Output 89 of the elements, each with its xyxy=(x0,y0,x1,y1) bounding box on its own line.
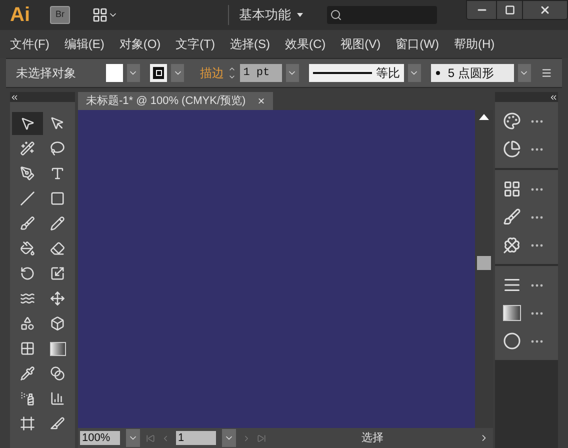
fill-swatch[interactable] xyxy=(106,64,123,82)
rotate-icon xyxy=(20,266,35,281)
tab-close-button[interactable]: × xyxy=(258,92,265,110)
bridge-button[interactable]: Br xyxy=(50,6,70,24)
eraser-icon xyxy=(50,241,66,256)
caret-icon xyxy=(297,13,303,17)
more-icon xyxy=(531,120,543,122)
wand-icon xyxy=(20,141,35,156)
type-icon xyxy=(50,166,66,181)
gradient-icon xyxy=(503,305,521,321)
brush-field[interactable]: 5 点圆形 xyxy=(430,64,514,82)
maximize-button[interactable] xyxy=(497,1,523,19)
rectangle-icon xyxy=(50,191,66,206)
line-icon xyxy=(312,72,372,74)
club-icon xyxy=(503,236,521,254)
pencil-icon xyxy=(50,216,66,231)
menu-item[interactable]: 效果(C) xyxy=(284,35,326,53)
lines-icon xyxy=(503,276,521,294)
scale-icon xyxy=(50,266,66,281)
panel-menu-icon[interactable] xyxy=(540,67,552,79)
stroke-profile-field[interactable]: 等比 xyxy=(308,64,404,82)
grid-icon xyxy=(20,341,35,356)
more-icon xyxy=(531,312,543,314)
bucket-icon xyxy=(20,241,35,256)
lasso-icon xyxy=(50,141,66,156)
move-icon xyxy=(50,291,66,306)
search-field[interactable] xyxy=(327,6,437,24)
arrow-icon xyxy=(20,116,35,131)
app-logo: Ai xyxy=(10,3,31,28)
menu-item[interactable]: 编辑(E) xyxy=(64,35,104,53)
palette-icon xyxy=(503,112,521,130)
more-icon xyxy=(531,216,543,218)
stepper-icon[interactable] xyxy=(228,65,236,81)
minimize-button[interactable] xyxy=(467,1,497,19)
workspace-switcher[interactable]: 基本功能 xyxy=(239,5,317,25)
search-icon xyxy=(330,9,342,21)
zoom-field[interactable]: 100% xyxy=(80,431,120,445)
tool-button[interactable] xyxy=(12,112,42,135)
pen-icon xyxy=(20,166,35,181)
stroke-weight-field[interactable]: 1 pt xyxy=(240,64,282,82)
status-text: 选择 xyxy=(360,430,384,446)
dropdown-button[interactable] xyxy=(408,64,421,82)
document-title: 未标题-1* @ 100% (CMYK/预览) xyxy=(86,94,246,109)
document-tab[interactable]: 未标题-1* @ 100% (CMYK/预览) × xyxy=(78,92,273,110)
collapse-icon[interactable] xyxy=(549,92,558,102)
shapes-icon xyxy=(20,316,35,331)
grid-icon xyxy=(503,180,521,198)
close-button[interactable] xyxy=(523,1,567,19)
circle-icon xyxy=(503,332,521,350)
dropdown-button[interactable] xyxy=(518,64,531,82)
spray-can-icon xyxy=(20,391,35,406)
more-icon xyxy=(531,148,543,150)
more-icon xyxy=(531,244,543,246)
menu-item[interactable]: 选择(S) xyxy=(230,35,270,53)
frame-icon xyxy=(20,416,35,431)
bar-chart-icon xyxy=(50,391,66,406)
waves-icon xyxy=(20,291,35,306)
knife-icon xyxy=(50,416,66,431)
line-icon xyxy=(20,191,35,206)
arrange-documents-button[interactable] xyxy=(92,7,118,23)
circles-icon xyxy=(50,366,66,381)
page-field[interactable]: 1 xyxy=(176,431,216,445)
dropdown-button[interactable] xyxy=(286,64,299,82)
cube-icon xyxy=(50,316,66,331)
close-icon xyxy=(539,4,551,16)
menu-item[interactable]: 窗口(W) xyxy=(396,35,439,53)
menu-item[interactable]: 对象(O) xyxy=(119,35,161,53)
more-icon xyxy=(531,284,543,286)
collapse-icon[interactable] xyxy=(10,92,19,102)
menu-item[interactable]: 文件(F) xyxy=(10,35,50,53)
maximize-icon xyxy=(504,5,514,15)
menu-item[interactable]: 文字(T) xyxy=(176,35,215,53)
pie-icon xyxy=(503,140,521,158)
more-icon xyxy=(531,340,543,342)
brush-icon xyxy=(20,216,35,231)
eyedropper-icon xyxy=(20,366,35,381)
brush-icon xyxy=(503,208,521,226)
dropdown-button[interactable] xyxy=(171,64,184,82)
dropdown-button[interactable] xyxy=(126,429,140,447)
menu-item[interactable]: 帮助(H) xyxy=(454,35,495,53)
layout-icon xyxy=(92,7,108,23)
pointer-icon xyxy=(50,116,66,131)
gradient-icon xyxy=(50,342,66,356)
more-icon xyxy=(531,188,543,190)
dropdown-button[interactable] xyxy=(126,64,140,82)
selection-status: 未选择对象 xyxy=(16,65,77,82)
menu-item[interactable]: 视图(V) xyxy=(340,35,381,53)
dropdown-button[interactable] xyxy=(222,429,236,447)
stroke-swatch[interactable] xyxy=(150,64,168,82)
